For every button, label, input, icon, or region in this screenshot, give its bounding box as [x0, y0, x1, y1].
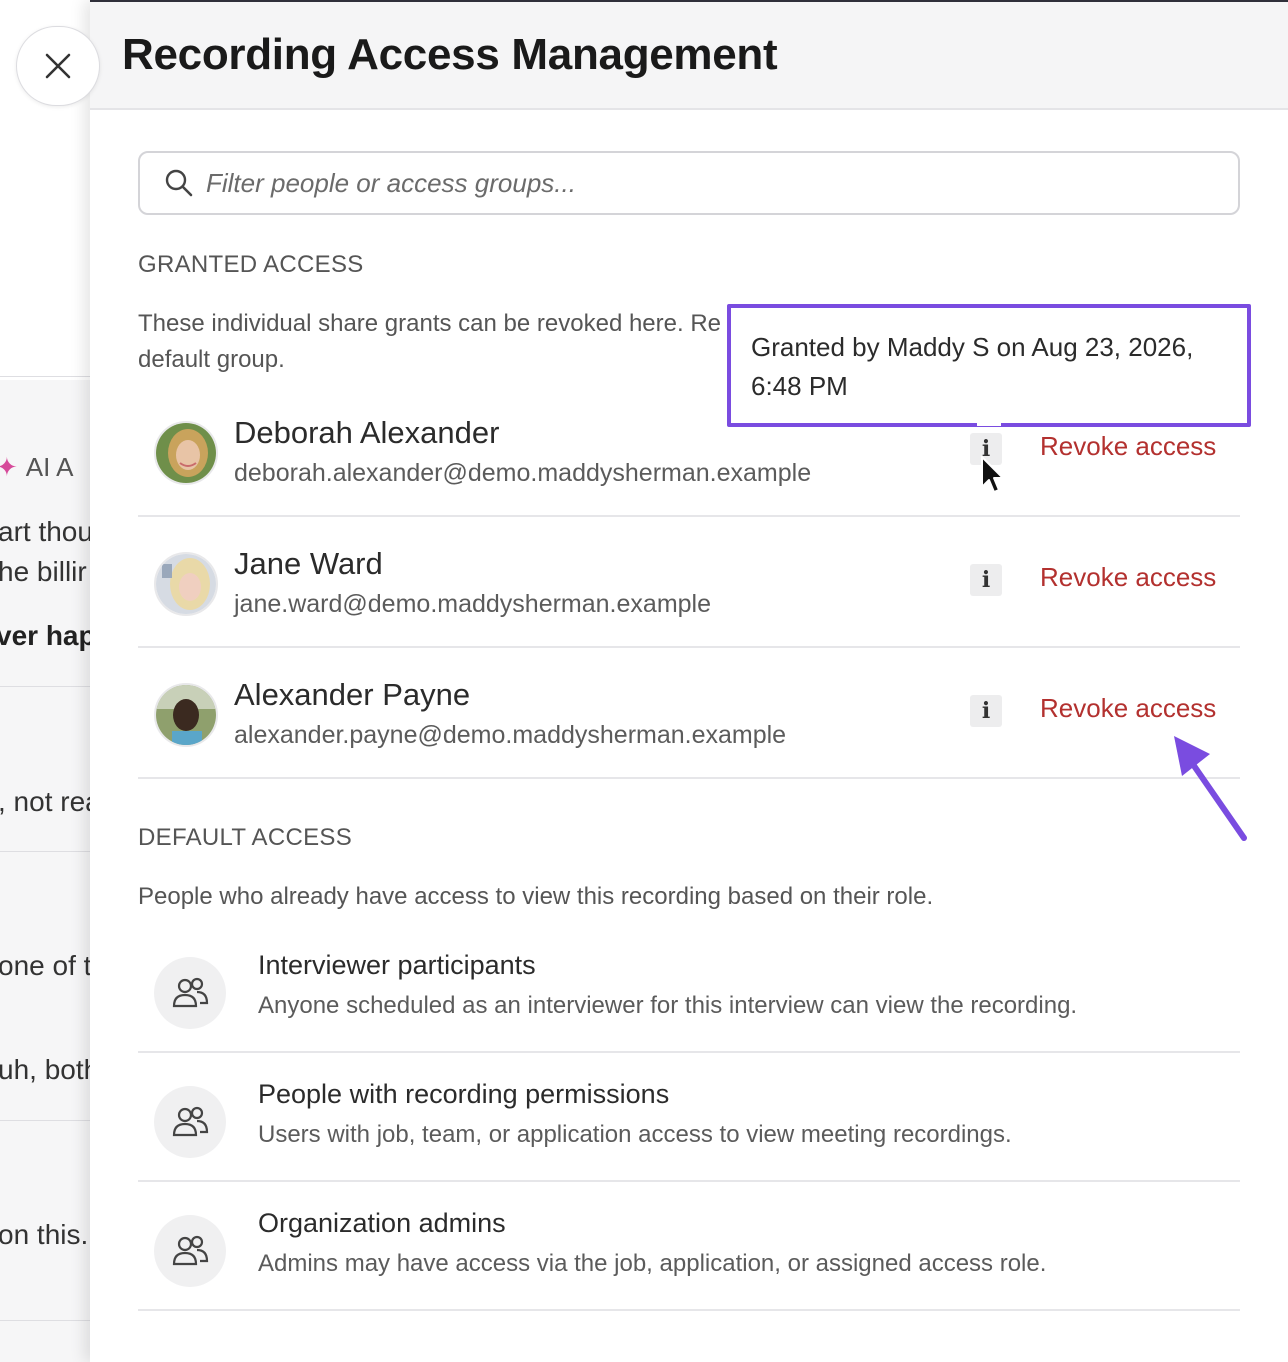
revoke-access-button[interactable]: Revoke access — [1040, 562, 1216, 593]
group-title: People with recording permissions — [258, 1079, 670, 1109]
background-text: he billir — [0, 556, 87, 587]
granted-access-description: These individual share grants can be rev… — [138, 306, 721, 378]
revoke-access-button[interactable]: Revoke access — [1040, 693, 1216, 724]
search-box[interactable] — [138, 151, 1240, 215]
grant-info-tooltip: Granted by Maddy S on Aug 23, 2026, 6:48… — [727, 304, 1251, 427]
background-text: , not rea — [0, 786, 90, 817]
page-title: Recording Access Management — [122, 30, 778, 79]
tooltip-pointer — [977, 412, 1001, 426]
avatar — [154, 421, 218, 485]
access-drawer: Recording Access Management GRANTED ACCE… — [90, 0, 1288, 1362]
search-icon — [165, 169, 193, 197]
group-title: Interviewer participants — [258, 950, 536, 980]
description-line: default group. — [138, 346, 285, 373]
ai-assistant-label: AI A — [25, 452, 74, 482]
divider — [0, 851, 90, 852]
info-button[interactable]: i — [970, 695, 1002, 727]
mouse-cursor-icon — [981, 456, 1004, 493]
ai-assistant-tab[interactable]: ✦ AI A — [0, 452, 74, 483]
person-name: Deborah Alexander — [234, 415, 500, 450]
description-line: These individual share grants can be rev… — [138, 310, 722, 337]
group-description: Admins may have access via the job, appl… — [258, 1250, 1047, 1277]
group-description: Users with job, team, or application acc… — [258, 1121, 1012, 1148]
person-email: jane.ward@demo.maddysherman.example — [234, 590, 712, 618]
drawer-header: Recording Access Management — [90, 0, 1288, 110]
avatar — [154, 552, 218, 616]
divider — [0, 686, 90, 687]
close-icon — [45, 53, 71, 79]
person-email: deborah.alexander@demo.maddysherman.exam… — [234, 459, 812, 487]
avatar — [154, 683, 218, 747]
background-text: on this. \ — [0, 1219, 90, 1250]
access-group-row: People with recording permissions Users … — [138, 1053, 1240, 1182]
background-text: art thou — [0, 516, 90, 547]
users-icon — [154, 1215, 226, 1287]
person-row: Alexander Payne alexander.payne@demo.mad… — [138, 649, 1240, 779]
group-title: Organization admins — [258, 1208, 506, 1238]
info-button[interactable]: i — [970, 564, 1002, 596]
close-button[interactable] — [16, 26, 100, 106]
access-group-row: Organization admins Admins may have acce… — [138, 1182, 1240, 1311]
person-row: Jane Ward jane.ward@demo.maddysherman.ex… — [138, 518, 1240, 648]
annotation-arrow-icon — [1174, 736, 1247, 841]
users-icon — [154, 1086, 226, 1158]
access-group-row: Interviewer participants Anyone schedule… — [138, 924, 1240, 1053]
search-input[interactable] — [206, 163, 1206, 203]
divider — [0, 1320, 90, 1321]
default-access-heading: DEFAULT ACCESS — [138, 824, 353, 851]
background-text: ver hap — [0, 620, 90, 651]
background-page: ✦AI A art thou he billir ver hap , not r… — [0, 0, 90, 1362]
person-name: Jane Ward — [234, 546, 383, 581]
sparkle-icon: ✦ — [0, 452, 18, 482]
background-text: one of tl — [0, 950, 90, 981]
users-icon — [154, 957, 226, 1029]
group-description: Anyone scheduled as an interviewer for t… — [258, 992, 1078, 1019]
default-access-description: People who already have access to view t… — [138, 883, 934, 910]
background-text: uh, both — [0, 1054, 90, 1085]
divider — [0, 1120, 90, 1121]
divider — [0, 376, 90, 377]
granted-access-heading: GRANTED ACCESS — [138, 251, 364, 278]
person-name: Alexander Payne — [234, 677, 471, 712]
tooltip-text: Granted by Maddy S on Aug 23, 2026, 6:48… — [751, 332, 1194, 401]
revoke-access-button[interactable]: Revoke access — [1040, 431, 1216, 462]
person-email: alexander.payne@demo.maddysherman.exampl… — [234, 721, 787, 749]
